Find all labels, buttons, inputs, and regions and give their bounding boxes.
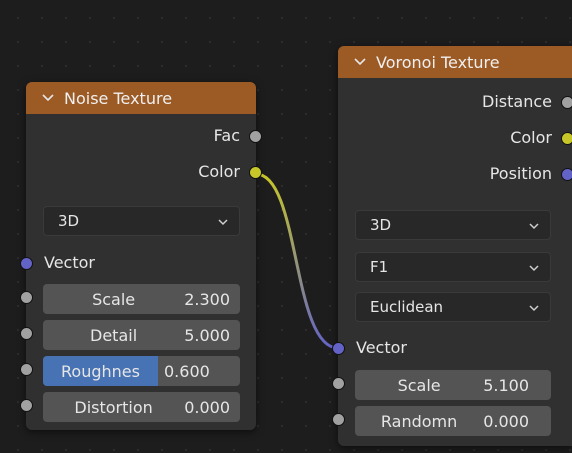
input-label-vector: Vector [356,338,407,357]
output-label-color: Color [198,162,240,181]
dropdown-value: Euclidean [370,298,444,316]
input-label-vector: Vector [44,253,95,272]
chevron-down-icon [529,223,539,230]
field-value: 5.000 [184,325,230,345]
scale-field[interactable]: Scale 2.300 [43,284,240,314]
field-value: 0.600 [164,361,210,381]
input-socket-distortion[interactable] [20,399,33,412]
field-value: 0.000 [483,411,529,431]
output-label-fac: Fac [213,126,240,145]
node-header[interactable]: Noise Texture [26,82,256,114]
input-socket-vector[interactable] [20,257,33,270]
noise-texture-node[interactable]: Noise Texture Fac Color 3D Vector Scale … [26,82,256,430]
distortion-field[interactable]: Distortion 0.000 [43,392,240,422]
randomness-field[interactable]: Randomn 0.000 [355,406,551,436]
node-title: Noise Texture [64,88,173,108]
feature-dropdown[interactable]: F1 [355,252,551,282]
chevron-down-icon [529,305,539,312]
output-socket-color[interactable] [249,166,262,179]
input-socket-randomness[interactable] [332,413,345,426]
field-label: Roughnes [61,361,140,381]
output-label-color: Color [510,128,552,147]
input-socket-vector[interactable] [332,342,345,355]
scale-field[interactable]: Scale 5.100 [355,370,551,400]
output-socket-fac[interactable] [249,130,262,143]
field-value: 5.100 [483,375,529,395]
detail-field[interactable]: Detail 5.000 [43,320,240,350]
chevron-down-icon [529,265,539,272]
output-label-distance: Distance [482,92,552,111]
node-header[interactable]: Voronoi Texture [338,46,572,78]
field-label: Scale [397,375,441,395]
input-socket-detail[interactable] [20,327,33,340]
input-socket-scale[interactable] [332,377,345,390]
dropdown-value: 3D [370,216,392,234]
chevron-down-icon [218,219,228,226]
field-label: Distortion [74,397,153,417]
voronoi-texture-node[interactable]: Voronoi Texture Distance Color Position … [338,46,572,446]
field-label: Randomn [380,411,458,431]
field-value: 2.300 [184,289,230,309]
node-title: Voronoi Texture [376,52,500,72]
dimensions-dropdown[interactable]: 3D [355,210,551,240]
input-socket-roughness[interactable] [20,363,33,376]
output-socket-position[interactable] [561,168,572,181]
input-socket-scale[interactable] [20,291,33,304]
field-value: 0.000 [184,397,230,417]
output-socket-distance[interactable] [561,96,572,109]
field-label: Detail [90,325,138,345]
roughness-slider[interactable]: Roughnes 0.600 [43,356,240,386]
dropdown-value: F1 [370,258,389,276]
dropdown-value: 3D [58,212,80,230]
distance-metric-dropdown[interactable]: Euclidean [355,292,551,322]
chevron-down-icon[interactable] [40,90,56,106]
dimensions-dropdown[interactable]: 3D [43,206,240,236]
field-label: Scale [92,289,136,309]
output-socket-color[interactable] [561,132,572,145]
output-label-position: Position [489,164,552,183]
chevron-down-icon[interactable] [352,54,368,70]
